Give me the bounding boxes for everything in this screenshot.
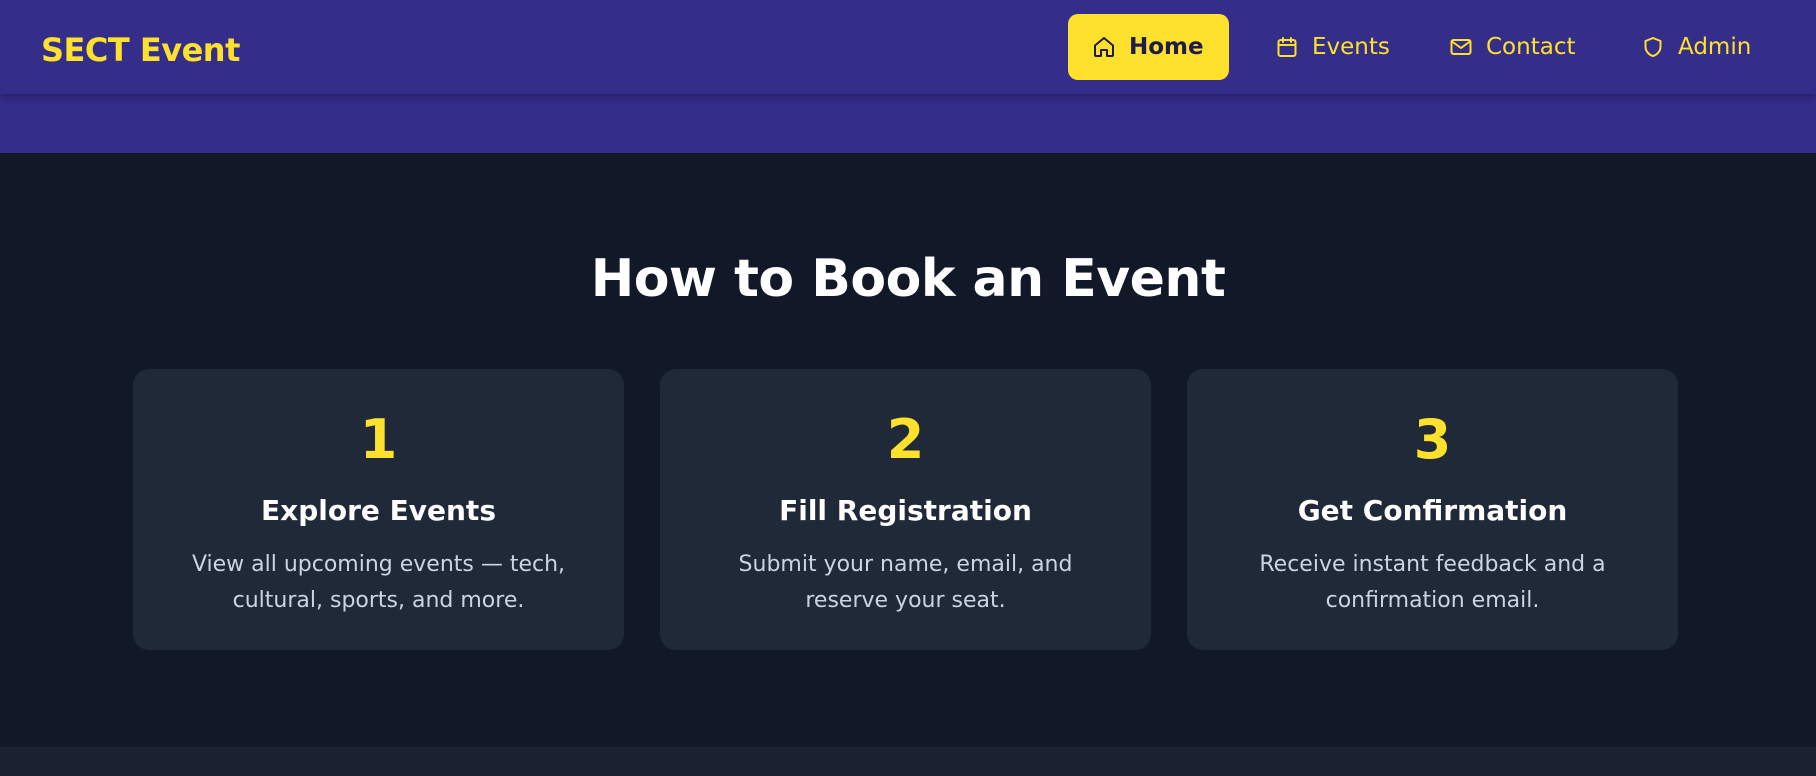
nav-events-link[interactable]: Events xyxy=(1275,14,1390,80)
nav-contact-label: Contact xyxy=(1486,34,1576,60)
step-description: Receive instant feedback and a confirmat… xyxy=(1259,552,1606,613)
step-description: Submit your name, email, and reserve you… xyxy=(738,552,1073,613)
calendar-icon xyxy=(1277,37,1297,57)
step-title: Explore Events xyxy=(261,494,496,527)
mail-icon xyxy=(1450,39,1472,55)
shield-icon xyxy=(1644,37,1662,57)
hero-banner-bottom xyxy=(0,94,1816,153)
step-card: 2 Fill Registration Submit your name, em… xyxy=(660,369,1151,650)
section-title: How to Book an Event xyxy=(590,249,1226,309)
step-number: 2 xyxy=(886,408,925,471)
next-section-edge xyxy=(0,747,1816,776)
nav-events-label: Events xyxy=(1312,34,1390,60)
how-to-book-section: How to Book an Event 1 Explore Events Vi… xyxy=(0,153,1816,747)
nav-admin-label: Admin xyxy=(1678,34,1752,60)
nav-contact-link[interactable]: Contact xyxy=(1449,14,1575,80)
nav-home-button[interactable]: Home xyxy=(1068,14,1229,80)
step-number: 3 xyxy=(1413,408,1452,471)
nav-home-label: Home xyxy=(1129,34,1204,60)
nav-admin-link[interactable]: Admin xyxy=(1641,14,1751,80)
top-navbar: SECT Event Home Events Contact Admin xyxy=(0,0,1816,94)
step-number: 1 xyxy=(359,408,398,471)
step-card: 1 Explore Events View all upcoming event… xyxy=(133,369,624,650)
step-description: View all upcoming events — tech, cultura… xyxy=(191,552,566,613)
brand-logo[interactable]: SECT Event xyxy=(41,30,240,70)
step-title: Fill Registration xyxy=(779,494,1032,527)
home-icon xyxy=(1094,37,1114,57)
step-card: 3 Get Confirmation Receive instant feedb… xyxy=(1187,369,1678,650)
step-title: Get Confirmation xyxy=(1297,494,1568,527)
